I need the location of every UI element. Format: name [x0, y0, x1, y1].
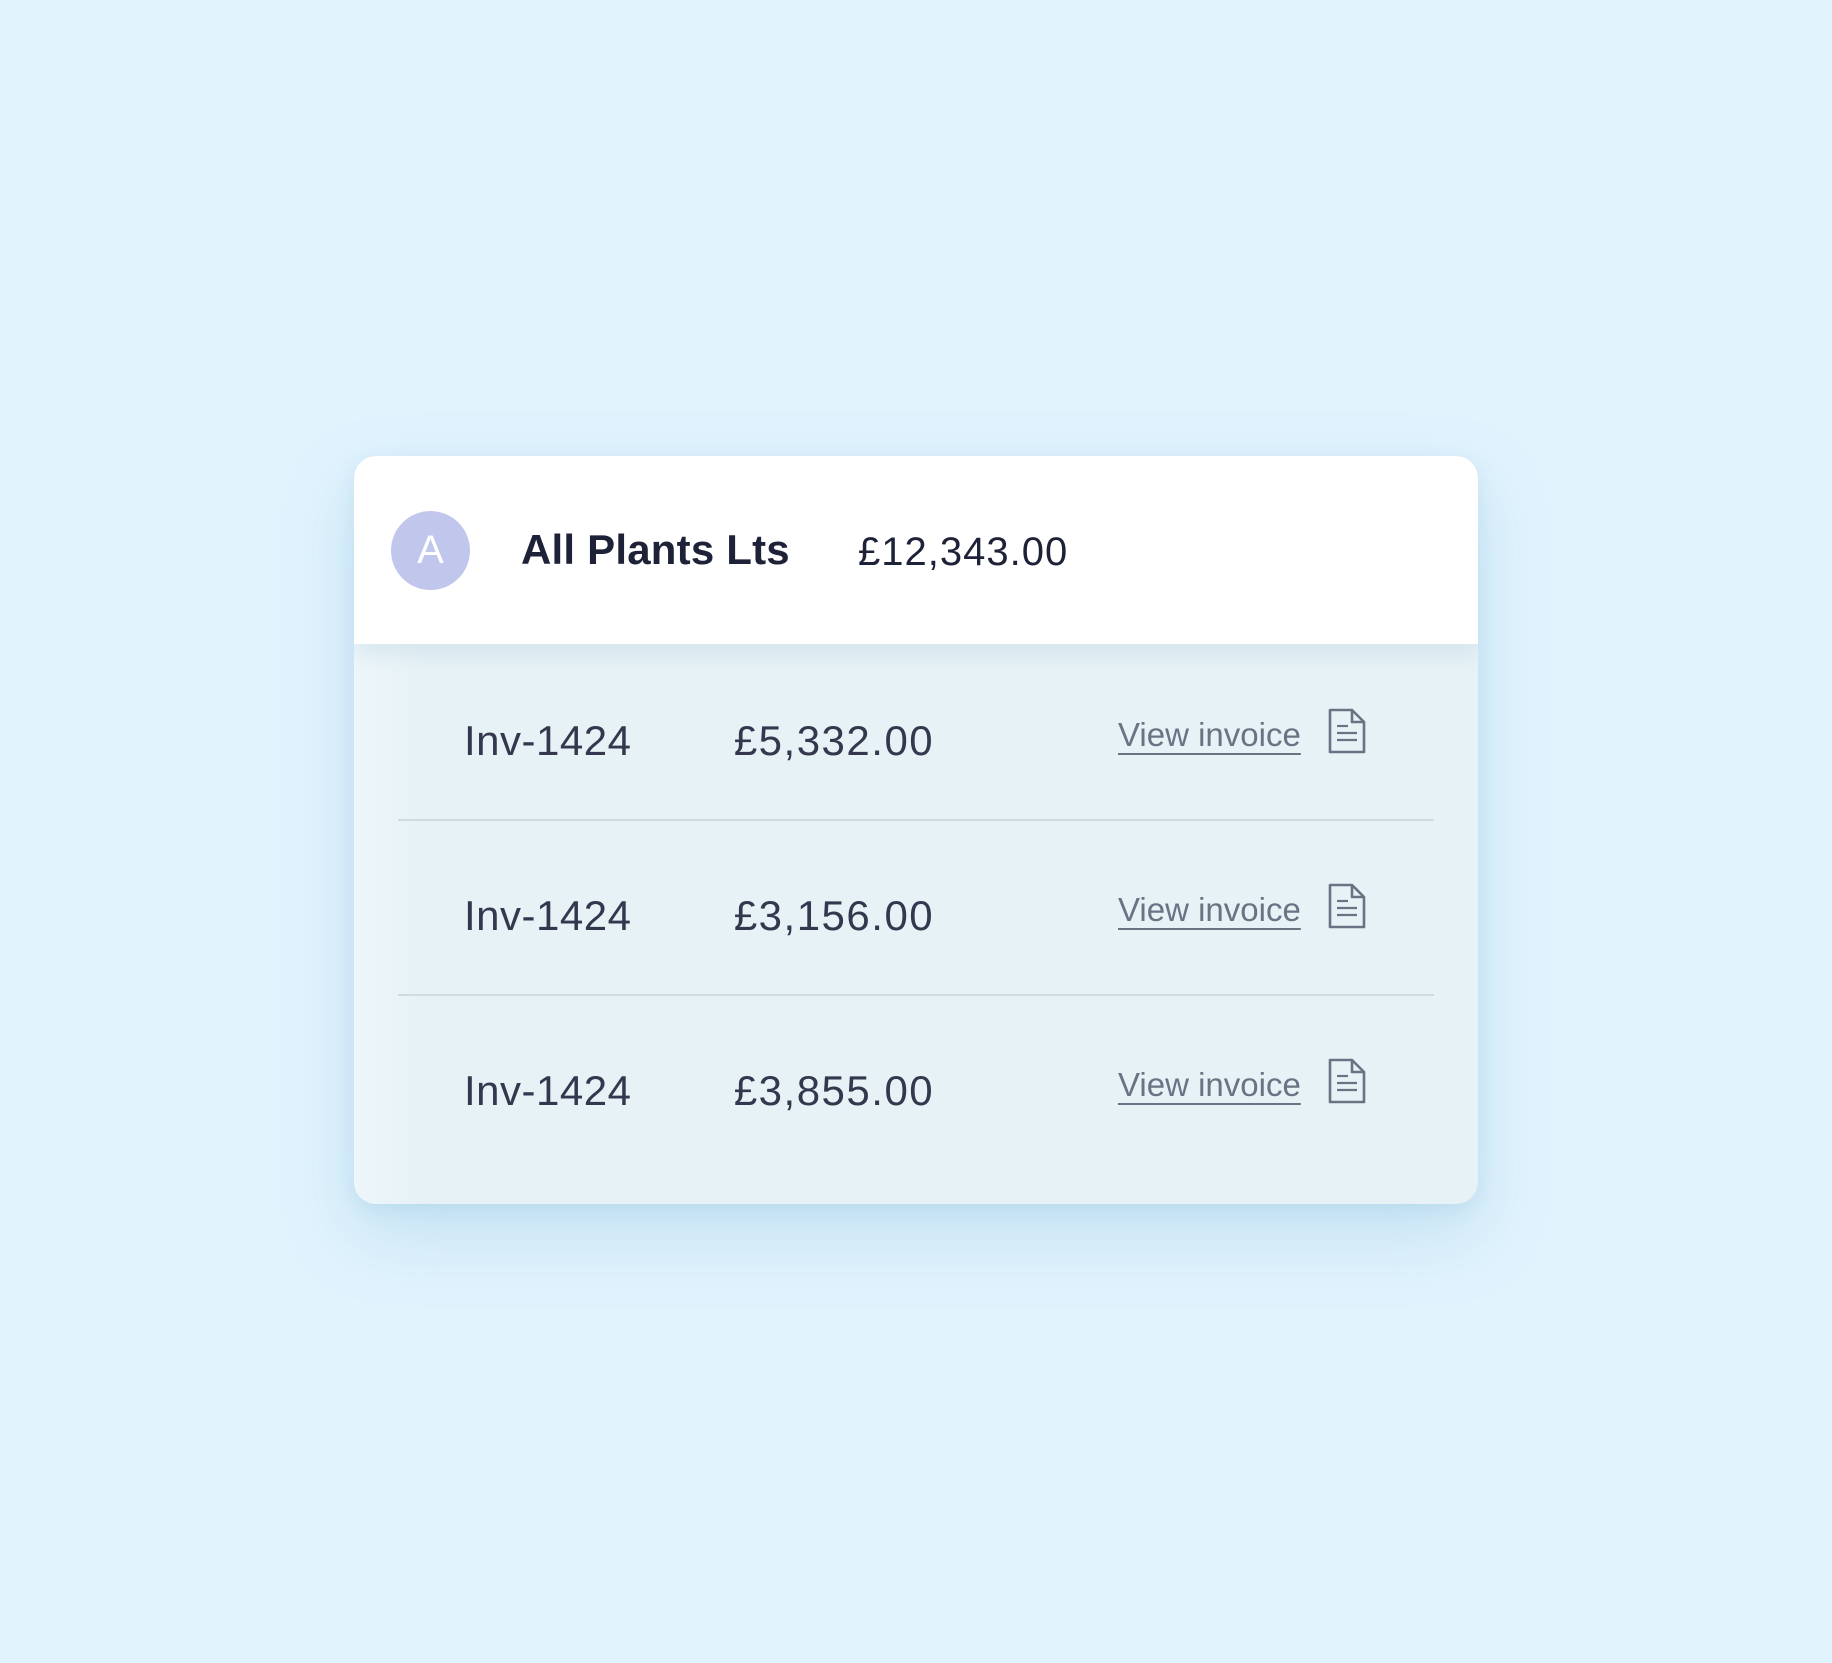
- invoice-amount: £3,156.00: [733, 892, 935, 939]
- document-icon[interactable]: [1326, 706, 1368, 756]
- customer-total: £12,343.00: [858, 530, 1069, 574]
- customer-header: A All Plants Lts £12,343.00: [354, 456, 1478, 644]
- invoice-amount: £5,332.00: [733, 717, 935, 764]
- avatar: A: [391, 511, 470, 590]
- invoice-id: Inv-1424: [464, 892, 632, 939]
- invoice-row: Inv-1424 £3,855.00 View invoice: [398, 994, 1434, 1169]
- view-invoice-link[interactable]: View invoice: [1118, 1066, 1301, 1104]
- view-invoice-link[interactable]: View invoice: [1118, 716, 1301, 754]
- invoice-id: Inv-1424: [464, 1067, 632, 1114]
- customer-name: All Plants Lts: [521, 526, 790, 573]
- invoice-row: Inv-1424 £3,156.00 View invoice: [398, 819, 1434, 996]
- document-icon[interactable]: [1326, 881, 1368, 931]
- customer-invoices-card: A All Plants Lts £12,343.00 Inv-1424 £5,…: [354, 456, 1478, 1204]
- invoice-row: Inv-1424 £5,332.00 View invoice: [398, 644, 1434, 821]
- document-icon[interactable]: [1326, 1056, 1368, 1106]
- invoice-id: Inv-1424: [464, 717, 632, 764]
- view-invoice-link[interactable]: View invoice: [1118, 891, 1301, 929]
- invoice-amount: £3,855.00: [733, 1067, 935, 1114]
